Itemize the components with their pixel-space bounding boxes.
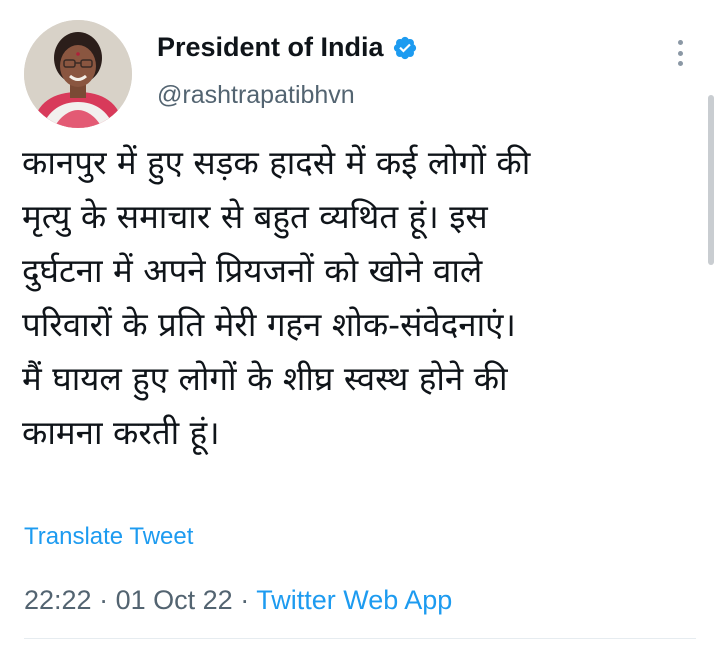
tweet-time[interactable]: 22:22 — [24, 585, 92, 615]
avatar[interactable] — [24, 20, 132, 128]
more-options-button[interactable] — [670, 38, 690, 68]
tweet-text-line: कानपुर में हुए सड़क हादसे में कई लोगों क… — [22, 143, 531, 182]
author-display-name[interactable]: President of India — [157, 34, 384, 61]
author-handle[interactable]: @rashtrapatibhvn — [157, 83, 355, 108]
tweet-date[interactable]: 01 Oct 22 — [116, 585, 233, 615]
tweet-text-line: मृत्यु के समाचार से बहुत व्यथित हूं। इस — [22, 197, 488, 236]
tweet-text: कानपुर में हुए सड़क हादसे में कई लोगों क… — [22, 136, 692, 460]
scrollbar[interactable] — [708, 95, 714, 265]
author-name-row: President of India — [157, 34, 418, 61]
meta-separator: · — [240, 585, 250, 615]
more-dot-icon — [677, 61, 683, 66]
tweet-text-line: दुर्घटना में अपने प्रियजनों को खोने वाले — [22, 251, 483, 290]
tweet-meta-row: 22:22 · 01 Oct 22 · Twitter Web App — [24, 585, 452, 616]
divider — [24, 638, 696, 639]
tweet-source-link[interactable]: Twitter Web App — [256, 585, 452, 615]
verified-badge-icon — [392, 35, 418, 61]
meta-separator: · — [99, 585, 109, 615]
translate-tweet-link[interactable]: Translate Tweet — [24, 523, 193, 551]
tweet-text-line: मैं घायल हुए लोगों के शीघ्र स्वस्थ होने … — [22, 359, 508, 398]
tweet-text-line: परिवारों के प्रति मेरी गहन शोक-संवेदनाएं… — [22, 305, 516, 344]
more-dot-icon — [677, 40, 683, 45]
tweet-text-line: कामना करती हूं। — [22, 413, 220, 452]
more-dot-icon — [677, 50, 683, 56]
